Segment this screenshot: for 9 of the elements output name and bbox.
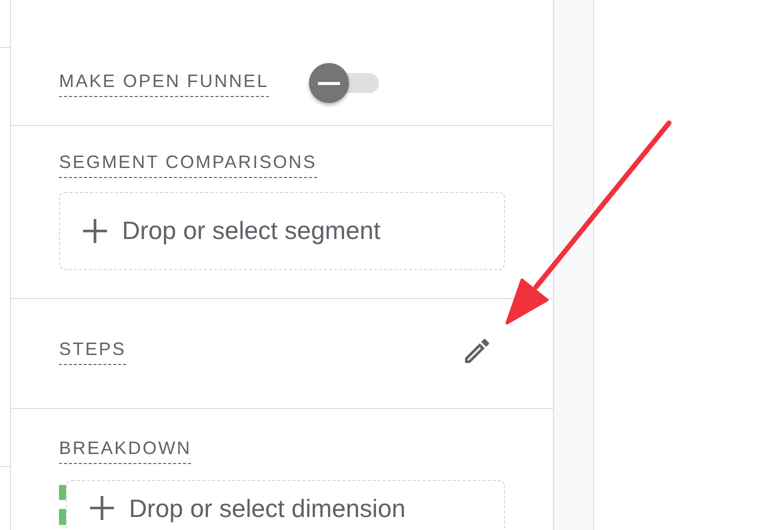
- drop-zone[interactable]: Drop or select segment: [59, 192, 505, 270]
- plus-icon: [82, 218, 108, 244]
- section-label: SEGMENT COMPARISONS: [59, 151, 317, 178]
- toggle-switch[interactable]: [308, 63, 381, 103]
- section-label: BREAKDOWN: [59, 437, 192, 464]
- drop-zone[interactable]: Drop or select dimension: [66, 480, 505, 530]
- section-label: MAKE OPEN FUNNEL: [59, 70, 269, 96]
- plus-icon: [89, 495, 115, 521]
- section-label: STEPS: [59, 338, 126, 364]
